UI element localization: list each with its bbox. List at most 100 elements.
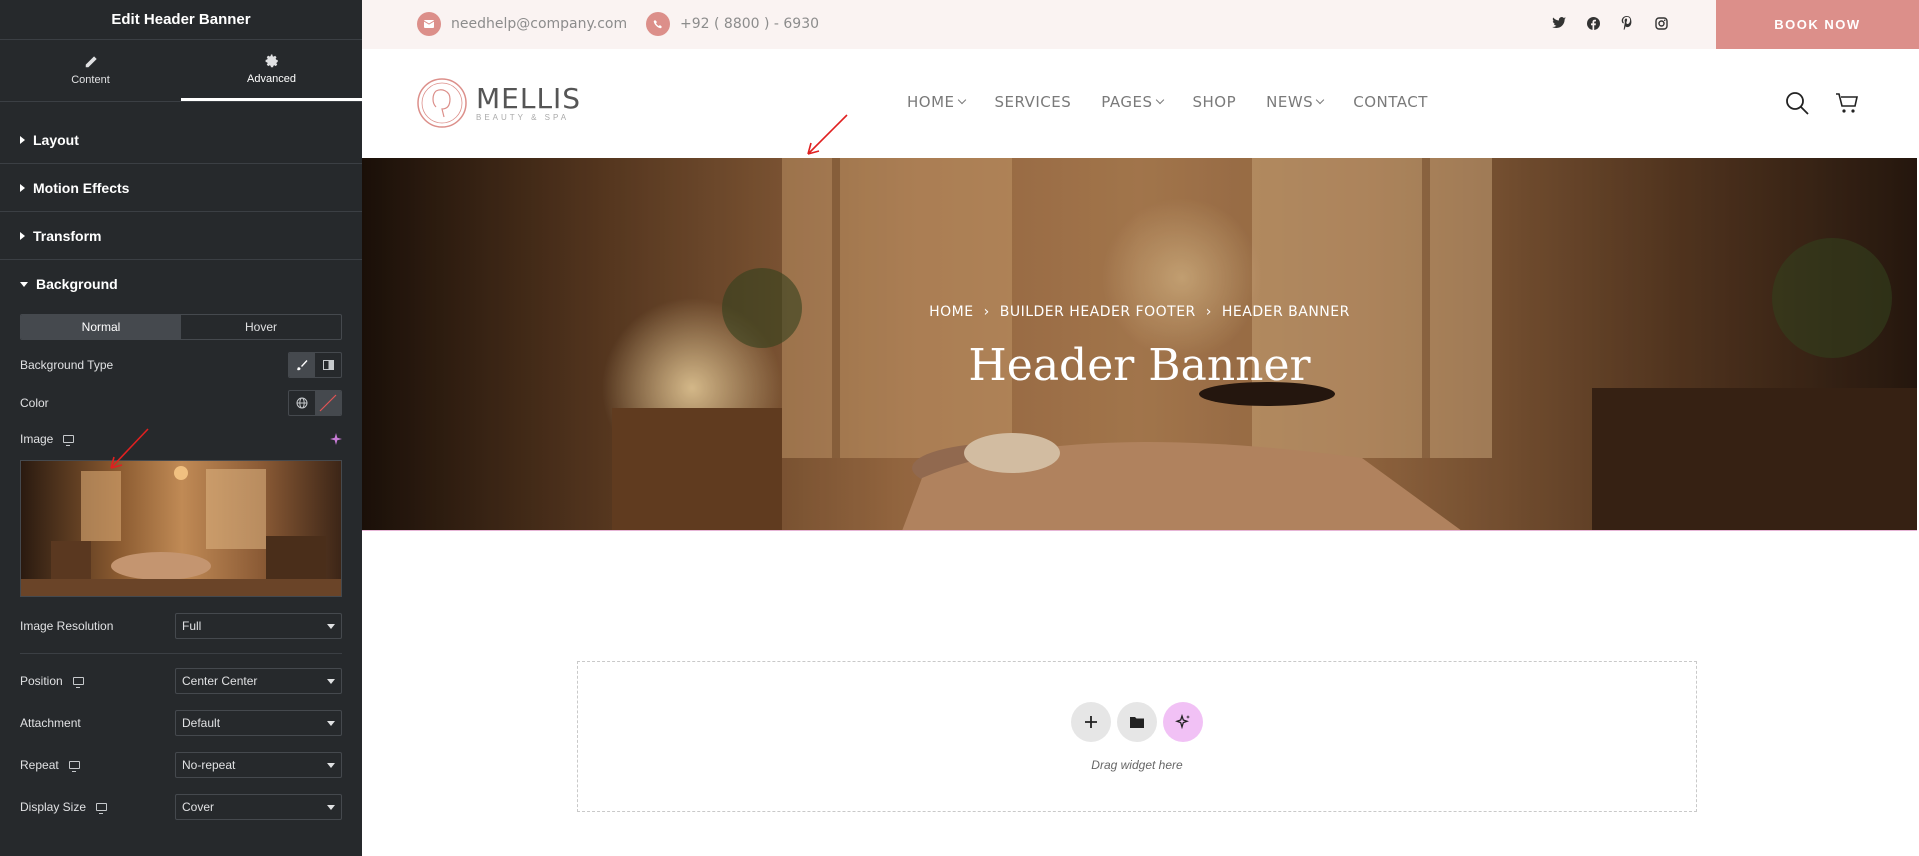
responsive-desktop-icon[interactable] <box>63 435 75 446</box>
chevron-down-icon <box>327 720 335 726</box>
color-row: Color <box>20 388 342 418</box>
responsive-desktop-icon[interactable] <box>68 761 80 772</box>
widget-drop-zone[interactable]: Drag widget here <box>577 661 1697 812</box>
section-transform-label: Transform <box>33 227 102 244</box>
attachment-select[interactable]: Default <box>175 710 342 736</box>
background-type-row: Background Type <box>20 350 342 380</box>
state-toggle: Normal Hover <box>20 314 342 340</box>
display-size-select[interactable]: Cover <box>175 794 342 820</box>
chevron-down-icon <box>327 762 335 768</box>
background-image-preview[interactable] <box>20 460 342 597</box>
section-layout-label: Layout <box>33 131 79 148</box>
menu-item-home[interactable]: HOME <box>907 93 966 111</box>
image-resolution-select[interactable]: Full <box>175 613 342 639</box>
color-label: Color <box>20 396 49 410</box>
breadcrumb-current: HEADER BANNER <box>1221 304 1350 320</box>
tab-content[interactable]: Content <box>0 40 181 101</box>
gear-icon <box>265 54 278 67</box>
pencil-icon <box>85 56 97 68</box>
plus-icon <box>1085 716 1097 728</box>
folder-icon <box>1130 717 1144 728</box>
color-swatch[interactable] <box>315 391 341 415</box>
image-resolution-value: Full <box>182 619 202 633</box>
site-logo[interactable]: MELLIS BEAUTY & SPA <box>416 77 581 129</box>
attachment-value: Default <box>182 716 221 730</box>
image-row: Image <box>20 426 342 452</box>
twitter-icon[interactable] <box>1550 14 1568 32</box>
breadcrumb-home[interactable]: HOME <box>929 304 973 320</box>
background-type-buttons <box>288 352 342 378</box>
repeat-value: No-repeat <box>182 758 236 772</box>
menu-item-contact[interactable]: CONTACT <box>1353 93 1428 111</box>
menu-contact-label: CONTACT <box>1353 93 1428 111</box>
email-icon <box>417 12 441 36</box>
section-layout[interactable]: Layout <box>0 116 362 164</box>
section-motion-label: Motion Effects <box>33 179 130 196</box>
chevron-down-icon <box>957 95 966 105</box>
state-normal-tab[interactable]: Normal <box>21 315 181 339</box>
image-resolution-label: Image Resolution <box>20 619 114 633</box>
editor-root: Edit Header Banner Content Advanced Layo… <box>0 0 1919 856</box>
section-motion-effects[interactable]: Motion Effects <box>0 164 362 212</box>
background-controls: Normal Hover Background Type Color Image… <box>0 314 362 820</box>
pinterest-icon[interactable] <box>1618 14 1636 32</box>
chevron-down-icon <box>1315 95 1325 105</box>
templates-button[interactable] <box>1117 702 1157 742</box>
instagram-icon[interactable] <box>1652 14 1670 32</box>
chevron-down-icon <box>1155 95 1164 105</box>
global-colors-button[interactable] <box>289 391 315 415</box>
panel-tabs: Content Advanced <box>0 40 362 102</box>
phone-contact[interactable]: +92 ( 8800 ) - 6930 <box>646 12 819 36</box>
menu-item-news[interactable]: NEWS <box>1266 93 1325 111</box>
divider <box>20 653 342 654</box>
section-transform[interactable]: Transform <box>0 212 362 260</box>
cart-icon[interactable] <box>1835 91 1859 115</box>
brush-icon <box>297 360 308 371</box>
color-controls <box>288 390 342 416</box>
main-menu: HOME SERVICES PAGES SHOP NEWS CONTACT <box>907 93 1428 111</box>
tab-advanced[interactable]: Advanced <box>181 40 362 101</box>
social-links <box>1550 14 1670 32</box>
state-hover-tab[interactable]: Hover <box>181 315 341 339</box>
menu-item-services[interactable]: SERVICES <box>995 93 1072 111</box>
responsive-desktop-icon[interactable] <box>72 677 84 688</box>
responsive-desktop-icon[interactable] <box>96 803 108 814</box>
tab-advanced-label: Advanced <box>247 72 296 85</box>
section-background[interactable]: Background <box>0 260 362 308</box>
gradient-icon <box>322 360 334 370</box>
header-banner[interactable]: HOME › BUILDER HEADER FOOTER › HEADER BA… <box>362 158 1917 531</box>
display-size-row: Display Size Cover <box>20 794 342 820</box>
ai-sparkle-icon[interactable] <box>330 433 342 445</box>
book-now-button[interactable]: BOOK NOW <box>1716 0 1919 49</box>
add-section-button[interactable] <box>1071 702 1111 742</box>
search-icon[interactable] <box>1785 91 1809 115</box>
menu-item-pages[interactable]: PAGES <box>1101 93 1164 111</box>
attachment-label: Attachment <box>20 716 81 730</box>
spa-room-thumbnail <box>21 461 341 596</box>
chevron-right-icon: › <box>1205 304 1212 320</box>
tab-content-label: Content <box>71 74 110 86</box>
drop-zone-label: Drag widget here <box>1091 758 1183 772</box>
ai-sparkle-icon <box>1175 714 1190 730</box>
page-preview: needhelp@company.com +92 ( 8800 ) - 6930… <box>362 0 1919 856</box>
breadcrumb-builder[interactable]: BUILDER HEADER FOOTER <box>1000 304 1196 320</box>
repeat-label: Repeat <box>20 758 59 772</box>
repeat-select[interactable]: No-repeat <box>175 752 342 778</box>
image-resolution-row: Image Resolution Full <box>20 613 342 639</box>
caret-right-icon <box>20 231 25 240</box>
attachment-row: Attachment Default <box>20 710 342 736</box>
caret-right-icon <box>20 135 25 144</box>
classic-brush-button[interactable] <box>289 353 315 377</box>
gradient-button[interactable] <box>315 353 341 377</box>
menu-news-label: NEWS <box>1266 93 1314 111</box>
ai-generate-button[interactable] <box>1163 702 1203 742</box>
facebook-icon[interactable] <box>1584 14 1602 32</box>
menu-item-shop[interactable]: SHOP <box>1193 93 1237 111</box>
main-navbar: MELLIS BEAUTY & SPA HOME SERVICES PAGES … <box>362 49 1919 158</box>
chevron-right-icon: › <box>983 304 990 320</box>
email-contact[interactable]: needhelp@company.com <box>417 12 627 36</box>
section-background-label: Background <box>36 276 118 292</box>
position-select[interactable]: Center Center <box>175 668 342 694</box>
breadcrumb: HOME › BUILDER HEADER FOOTER › HEADER BA… <box>362 304 1917 320</box>
globe-icon <box>296 397 308 409</box>
